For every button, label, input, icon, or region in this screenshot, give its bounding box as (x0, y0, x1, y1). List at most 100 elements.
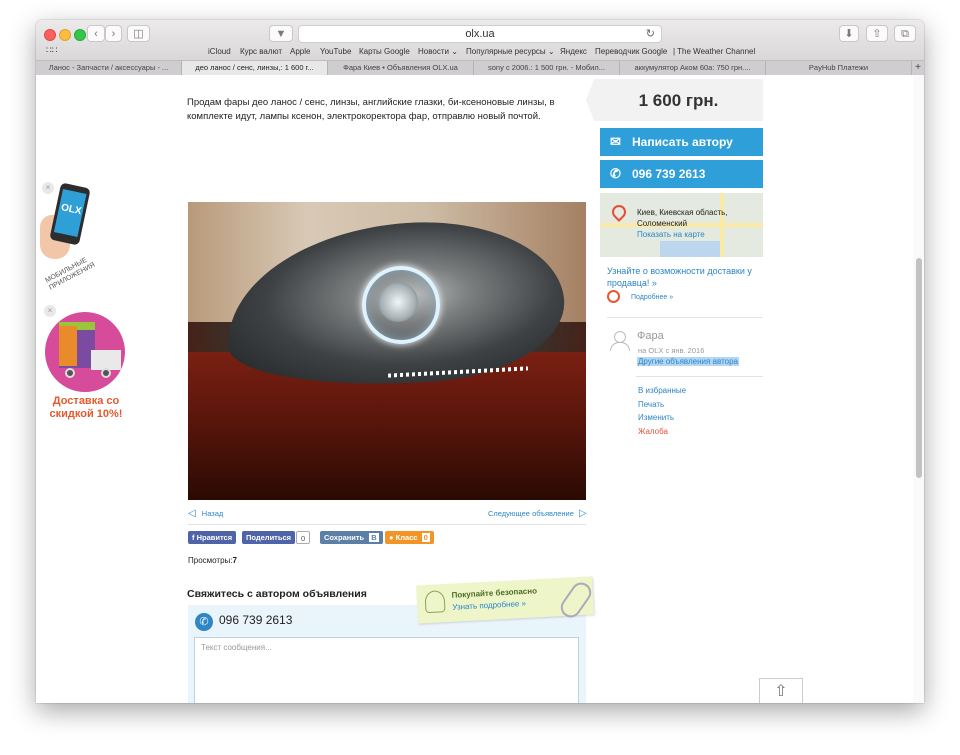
listing-photo[interactable] (188, 202, 586, 500)
tab-bar: Ланос - Запчасти / аксессуары - ... део … (36, 60, 924, 76)
address-bar[interactable]: olx.ua ↻ (298, 25, 662, 43)
avatar-body (610, 342, 630, 351)
zoom-window-button[interactable] (74, 29, 86, 41)
delivery-more-link[interactable]: Подробнее » (631, 294, 673, 301)
user-since: на OLX с янв. 2016 (638, 346, 705, 355)
share-label: Поделиться (246, 533, 292, 542)
tab[interactable]: sony с 2006.: 1 500 грн. - Мобил... (474, 61, 620, 75)
other-ads-link[interactable]: Другие объявления автора (637, 357, 740, 366)
tab[interactable]: аккумулятор Аком 60а: 750 грн.... (620, 61, 766, 75)
phone-icon: ✆ (195, 613, 213, 631)
ok-class-button[interactable]: ● Класс 0 (385, 531, 434, 544)
divider (607, 317, 763, 318)
share-count: 0 (296, 531, 311, 544)
browser-window: ‹ › ◫ ▼ olx.ua ↻ ⬇ ⇧ ⧉ ∷∷ iCloud Курс ва… (36, 20, 924, 703)
fav-item[interactable]: Переводчик Google (595, 47, 667, 56)
fav-item[interactable]: Новости ⌄ (418, 47, 458, 56)
show-phone-button[interactable]: ✆ 096 739 2613 (600, 160, 763, 188)
price-box: 1 600 грн. (586, 79, 763, 121)
print-link[interactable]: Печать (638, 400, 664, 409)
safe-title: Покупайте безопасно (451, 586, 538, 600)
vk-save-button[interactable]: Сохранить В (320, 531, 383, 544)
fav-item[interactable]: Карты Google (359, 47, 410, 56)
class-count: 0 (421, 533, 430, 542)
share-button[interactable]: Поделиться (242, 531, 296, 544)
ok-icon: ● (389, 533, 396, 542)
wheel-icon (101, 368, 111, 378)
fav-item[interactable]: Курс валют (240, 47, 282, 56)
save-label: Сохранить (324, 533, 365, 542)
like-label: Нравится (196, 533, 233, 542)
favorites-bar: ∷∷ iCloud Курс валют Apple YouTube Карты… (36, 45, 924, 60)
prev-ad-link[interactable]: ◁ Назад (188, 508, 223, 519)
nav-back-label: Назад (201, 509, 224, 518)
contact-form: ✆ 096 739 2613 Текст сообщения... (188, 605, 586, 703)
url-text: olx.ua (465, 28, 495, 40)
mobile-app-ad[interactable]: OLX (49, 182, 91, 246)
views-count: 7 (232, 556, 237, 565)
close-ad-icon[interactable]: × (42, 182, 54, 194)
safe-link[interactable]: Узнать подробнее » (452, 599, 526, 612)
write-author-button[interactable]: ✉ Написать автору (600, 128, 763, 156)
olx-logo: OLX (60, 202, 83, 218)
message-textarea[interactable]: Текст сообщения... (194, 637, 579, 703)
fav-item[interactable]: Популярные ресурсы ⌄ (466, 47, 555, 56)
fav-item[interactable]: iCloud (208, 47, 231, 56)
map-water (660, 241, 720, 257)
listing-description: Продам фары део ланос / сенс, линзы, анг… (187, 97, 555, 122)
fav-item[interactable]: YouTube (320, 47, 351, 56)
truck-icon (91, 350, 121, 370)
tab[interactable]: PayHub Платежи (766, 61, 912, 75)
edit-link[interactable]: Изменить (638, 413, 674, 422)
price: 1 600 грн. (638, 91, 719, 110)
tab-active[interactable]: део ланос / сенс, линзы,: 1 600 г... (182, 61, 328, 75)
title-bar: ‹ › ◫ ▼ olx.ua ↻ ⬇ ⇧ ⧉ ∷∷ iCloud Курс ва… (36, 20, 924, 60)
fav-item[interactable]: Яндекс (560, 47, 587, 56)
new-tab-button[interactable]: + (912, 61, 924, 75)
forward-button[interactable]: › (105, 25, 122, 42)
back-button[interactable]: ‹ (87, 25, 105, 42)
tab[interactable]: Фара Киев • Объявления OLX.ua (328, 61, 474, 75)
grid-icon[interactable]: ∷∷ (46, 45, 57, 56)
nav-next-label: Следующее объявление (488, 509, 574, 518)
show-on-map-link[interactable]: Показать на карте (637, 230, 705, 239)
headlight-ring (362, 266, 440, 344)
arrow-left-icon: ◁ (188, 508, 196, 519)
share-icon[interactable]: ⇧ (866, 25, 888, 42)
arrow-right-icon: ▷ (579, 508, 587, 519)
box-face (59, 326, 77, 366)
contact-phone[interactable]: 096 739 2613 (219, 613, 292, 627)
ghostery-icon[interactable]: ▼ (269, 25, 293, 42)
sidebar-icon[interactable]: ◫ (127, 25, 150, 42)
favorite-link[interactable]: В избранные (638, 386, 686, 395)
next-ad-link[interactable]: Следующее объявление ▷ (488, 508, 587, 519)
scrollbar-thumb[interactable] (916, 258, 922, 478)
map-pin-icon (609, 202, 629, 222)
wheel-icon (65, 368, 75, 378)
tab[interactable]: Ланос - Запчасти / аксессуары - ... (36, 61, 182, 75)
divider (636, 376, 763, 377)
phone-icon: ✆ (610, 166, 621, 181)
fav-item[interactable]: | The Weather Channel (673, 47, 755, 56)
views-label: Просмотры: (188, 556, 233, 565)
contact-heading: Свяжитесь с автором объявления (187, 588, 367, 600)
delivery-promo-text[interactable]: Доставка со скидкой 10%! (40, 395, 132, 421)
location-text: Киев, Киевская область, Соломенский (637, 208, 728, 228)
reload-icon[interactable]: ↻ (646, 26, 655, 43)
minimize-window-button[interactable] (59, 29, 71, 41)
downloads-icon[interactable]: ⬇ (839, 25, 859, 42)
report-link[interactable]: Жалоба (638, 427, 668, 436)
fav-item[interactable]: Apple (290, 47, 310, 56)
shield-icon (424, 590, 446, 614)
tabs-overview-icon[interactable]: ⧉ (894, 25, 916, 42)
facebook-like-button[interactable]: f Нравится (188, 531, 237, 544)
delivery-ad-image[interactable] (45, 312, 125, 392)
phone-screen: OLX (53, 189, 87, 238)
close-window-button[interactable] (44, 29, 56, 41)
close-ad-icon[interactable]: × (44, 305, 56, 317)
page-content: × OLX Мобильные приложения × Доставка со… (36, 75, 924, 703)
user-name: Фара (637, 330, 664, 342)
delivery-link[interactable]: Узнайте о возможности доставки у продавц… (607, 265, 767, 289)
scroll-top-button[interactable]: ⇧ (759, 678, 803, 703)
location-map[interactable]: Киев, Киевская область, Соломенский Пока… (600, 193, 763, 257)
